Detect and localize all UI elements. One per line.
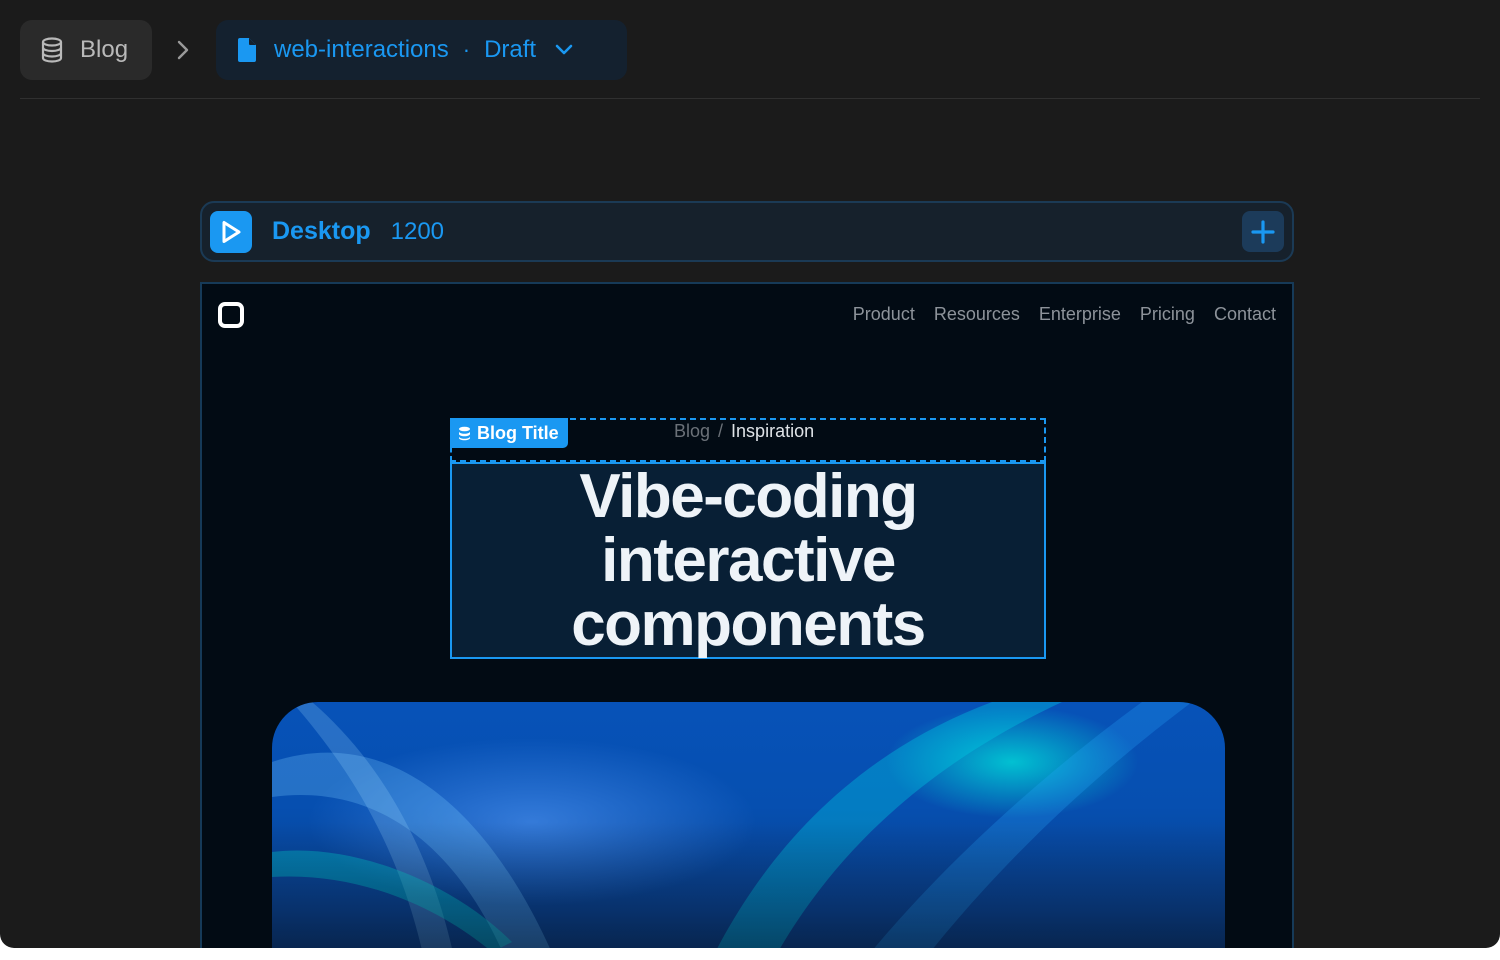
- blog-title-element[interactable]: Vibe-coding interactive components: [450, 462, 1046, 659]
- nav-item-enterprise[interactable]: Enterprise: [1039, 304, 1121, 325]
- site-logo[interactable]: [218, 302, 244, 328]
- chevron-right-icon: [174, 36, 194, 64]
- post-breadcrumb-current[interactable]: Inspiration: [731, 421, 814, 442]
- nav-item-product[interactable]: Product: [853, 304, 915, 325]
- post-breadcrumb: Blog / Inspiration: [674, 421, 814, 442]
- page-status: Draft: [484, 36, 537, 63]
- play-icon[interactable]: [210, 210, 252, 253]
- breakpoint-width: 1200: [390, 217, 445, 245]
- breadcrumb-collection-label: Blog: [80, 36, 129, 63]
- post-breadcrumb-parent[interactable]: Blog: [674, 421, 710, 442]
- breadcrumb-collection[interactable]: Blog: [20, 20, 152, 80]
- chevron-down-icon[interactable]: [554, 43, 574, 57]
- add-breakpoint-button[interactable]: [1242, 211, 1284, 252]
- plus-icon: [1251, 219, 1275, 244]
- selection-tag[interactable]: Blog Title: [450, 418, 568, 448]
- database-icon: [40, 37, 64, 63]
- database-icon: [458, 426, 471, 441]
- nav-item-contact[interactable]: Contact: [1214, 304, 1276, 325]
- blog-title: Vibe-coding interactive components: [571, 461, 926, 659]
- cms-editor: Blog web-interactions · Draft Desktop 12…: [0, 0, 1500, 948]
- hero-fade: [272, 822, 1225, 948]
- site-nav: Product Resources Enterprise Pricing Con…: [853, 304, 1276, 325]
- hero-image[interactable]: [272, 702, 1225, 948]
- breakpoint-bar[interactable]: Desktop 1200: [200, 201, 1294, 262]
- file-icon: [236, 37, 258, 63]
- nav-item-resources[interactable]: Resources: [934, 304, 1020, 325]
- page-status-separator: ·: [462, 37, 471, 62]
- breakpoint-name: Desktop: [272, 217, 371, 245]
- design-canvas[interactable]: Product Resources Enterprise Pricing Con…: [200, 282, 1294, 948]
- breadcrumb-page[interactable]: web-interactions · Draft: [216, 20, 627, 80]
- page-slug: web-interactions: [274, 36, 449, 63]
- toolbar-divider: [20, 98, 1480, 99]
- selection-tag-label: Blog Title: [477, 422, 559, 443]
- post-breadcrumb-separator: /: [718, 421, 724, 441]
- nav-item-pricing[interactable]: Pricing: [1140, 304, 1195, 325]
